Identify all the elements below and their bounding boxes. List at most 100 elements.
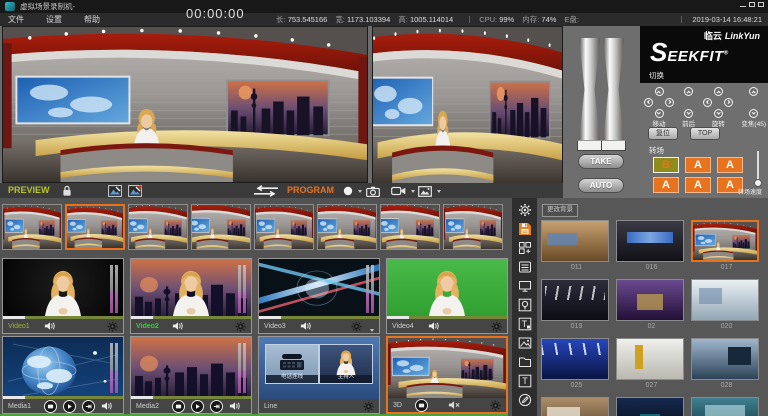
gallery-scene-027[interactable] [616, 338, 684, 380]
speaker-icon[interactable] [300, 321, 313, 331]
pad1-down-button[interactable] [655, 109, 664, 118]
pad1-left-button[interactable] [644, 98, 653, 107]
gallery-scene-011[interactable] [541, 220, 609, 262]
save-icon[interactable] [516, 221, 534, 237]
scene-3d-tile[interactable]: 3D [386, 336, 508, 414]
muted-speaker-icon[interactable] [448, 400, 461, 410]
scene-shot-2[interactable] [65, 204, 125, 250]
record-caret-icon[interactable] [358, 190, 362, 193]
play-button[interactable] [191, 400, 204, 413]
snapshot-icon[interactable] [108, 185, 122, 197]
gallery-scene-028[interactable] [691, 338, 759, 380]
window-minimize-button[interactable] [740, 2, 746, 7]
image-icon[interactable] [516, 335, 534, 351]
swap-preview-program-icon[interactable] [253, 185, 279, 197]
pad2-down-button[interactable] [684, 109, 693, 118]
tbar-right-handle[interactable] [603, 38, 624, 141]
speaker-icon[interactable] [428, 321, 441, 331]
speaker-icon[interactable] [44, 321, 57, 331]
gallery-scene-020[interactable] [691, 279, 759, 321]
scene-shot-8[interactable] [443, 204, 503, 250]
scene-shot-3[interactable] [128, 204, 188, 250]
scene-shot-6[interactable] [317, 204, 377, 250]
pad3-down-button[interactable] [714, 109, 723, 118]
gallery-scene-more[interactable] [541, 397, 609, 416]
transition-speed-knob[interactable] [754, 179, 762, 187]
tbar-right-base[interactable] [601, 140, 626, 151]
gallery-scene-017[interactable] [691, 220, 759, 262]
scene-shot-1[interactable] [2, 204, 62, 250]
open-file-button[interactable] [415, 399, 428, 412]
gallery-scene-019[interactable] [541, 279, 609, 321]
video1-tile[interactable]: Video1 [2, 258, 124, 334]
gallery-scene-more[interactable] [691, 397, 759, 416]
settings-gear-icon[interactable] [491, 321, 502, 332]
record-icon[interactable] [343, 185, 353, 197]
monitor-icon[interactable] [516, 278, 534, 294]
pad2-up-button[interactable] [684, 87, 693, 96]
settings-gear-icon[interactable] [351, 321, 362, 332]
gallery-scene-more[interactable] [616, 397, 684, 416]
pad3-up-button[interactable] [714, 87, 723, 96]
window-maximize-button[interactable] [749, 2, 755, 7]
pad1-up-button[interactable] [655, 87, 664, 96]
pad1-right-button[interactable] [665, 98, 674, 107]
take-button[interactable]: TAKE [578, 154, 624, 169]
subtitle-icon[interactable]: T [516, 373, 534, 389]
speaker-icon[interactable] [229, 401, 242, 411]
change-background-button[interactable]: 更改背景 [542, 204, 578, 217]
tbar-left-handle[interactable] [579, 38, 600, 141]
gallery-scene-016[interactable] [616, 220, 684, 262]
picture-icon[interactable] [418, 185, 432, 197]
transition-button-0-1[interactable]: A [685, 157, 711, 173]
top-button[interactable]: TOP [690, 127, 720, 140]
scene-grid-icon[interactable] [516, 240, 534, 256]
transition-button-0-2[interactable]: A [717, 157, 743, 173]
scene-shot-7[interactable] [380, 204, 440, 250]
play-button[interactable] [63, 400, 76, 413]
next-button[interactable] [210, 400, 223, 413]
phone-call-box[interactable]: 电话连线 [265, 344, 319, 384]
media2-tile[interactable]: Media2 [130, 336, 252, 414]
menu-settings[interactable]: 设置 [46, 16, 62, 24]
options-caret-icon[interactable] [370, 329, 374, 332]
snapshot-edit-icon[interactable] [128, 185, 142, 197]
scene-shot-4[interactable] [191, 204, 251, 250]
camcorder-icon[interactable] [391, 185, 406, 197]
playlist-icon[interactable] [516, 259, 534, 275]
reset-button[interactable]: 复位 [648, 127, 678, 140]
open-file-button[interactable] [44, 400, 57, 413]
settings-gear-icon[interactable] [107, 321, 118, 332]
transition-button-1-0[interactable]: A [653, 177, 679, 193]
light-icon[interactable] [516, 297, 534, 313]
camcorder-caret-icon[interactable] [411, 190, 415, 193]
picture-caret-icon[interactable] [437, 190, 441, 193]
gallery-scene-025[interactable] [541, 338, 609, 380]
host-box[interactable]: 主持人 [319, 344, 373, 384]
pad3-right-button[interactable] [724, 98, 733, 107]
media1-tile[interactable]: Media1 [2, 336, 124, 414]
menu-file[interactable]: 文件 [8, 16, 24, 24]
folder-icon[interactable] [516, 354, 534, 370]
transition-button-1-1[interactable]: A [685, 177, 711, 193]
pad4-down-button[interactable] [749, 109, 758, 118]
open-file-button[interactable] [172, 400, 185, 413]
speaker-icon[interactable] [172, 321, 185, 331]
pen-icon[interactable] [516, 392, 534, 408]
speaker-icon[interactable] [101, 401, 114, 411]
window-close-button[interactable] [758, 2, 764, 7]
next-button[interactable] [82, 400, 95, 413]
video2-tile[interactable]: Video2 [130, 258, 252, 334]
text-tool-icon[interactable]: T [516, 316, 534, 332]
auto-button[interactable]: AUTO [578, 178, 624, 193]
line-tile[interactable]: 电话连线 主持人 Line [258, 336, 380, 414]
video3-tile[interactable]: Video3 [258, 258, 380, 334]
camera-snapshot-icon[interactable] [366, 185, 380, 197]
pad4-up-button[interactable] [749, 87, 758, 96]
settings-icon[interactable] [516, 202, 534, 218]
gallery-scene-02[interactable] [616, 279, 684, 321]
settings-gear-icon[interactable] [363, 401, 374, 412]
menu-help[interactable]: 帮助 [84, 16, 100, 24]
video4-tile[interactable]: Video4 [386, 258, 508, 334]
scene-shot-5[interactable] [254, 204, 314, 250]
